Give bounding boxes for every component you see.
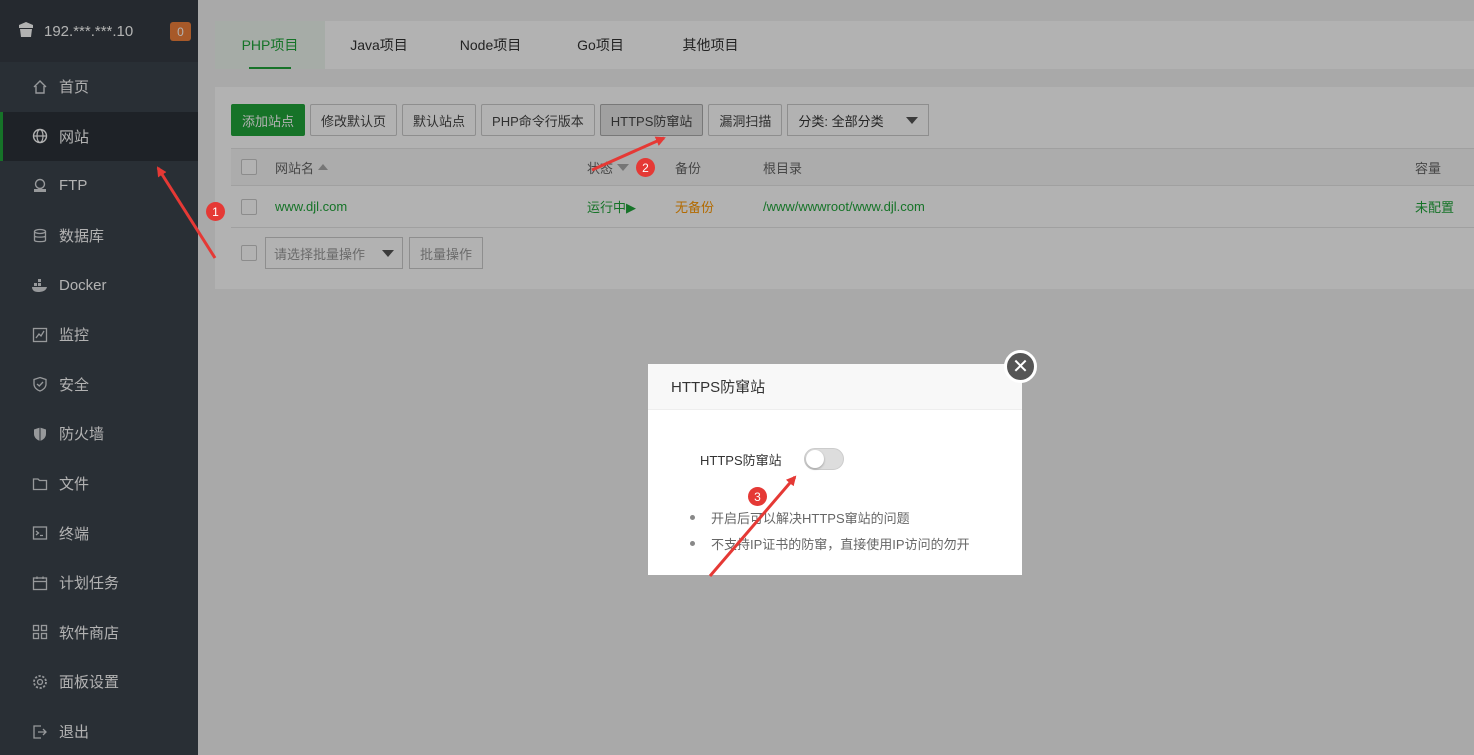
step-marker-3: 3 bbox=[748, 487, 767, 506]
https-anti-hijack-dialog: HTTPS防窜站 HTTPS防窜站 开启后可以解决HTTPS窜站的问题 不支持I… bbox=[648, 364, 1022, 575]
tip-item: 开启后可以解决HTTPS窜站的问题 bbox=[690, 504, 970, 530]
tip-item: 不支持IP证书的防窜，直接使用IP访问的勿开 bbox=[690, 530, 970, 556]
close-icon[interactable]: ✕ bbox=[1004, 350, 1037, 383]
tips-list: 开启后可以解决HTTPS窜站的问题 不支持IP证书的防窜，直接使用IP访问的勿开 bbox=[690, 504, 970, 556]
toggle-knob bbox=[805, 450, 824, 468]
https-anti-hijack-toggle[interactable] bbox=[803, 448, 844, 470]
dialog-title: HTTPS防窜站 bbox=[648, 364, 1022, 410]
https-anti-hijack-field: HTTPS防窜站 bbox=[700, 448, 844, 470]
step-marker-2: 2 bbox=[636, 158, 655, 177]
step-marker-1: 1 bbox=[206, 202, 225, 221]
field-label: HTTPS防窜站 bbox=[700, 452, 782, 468]
